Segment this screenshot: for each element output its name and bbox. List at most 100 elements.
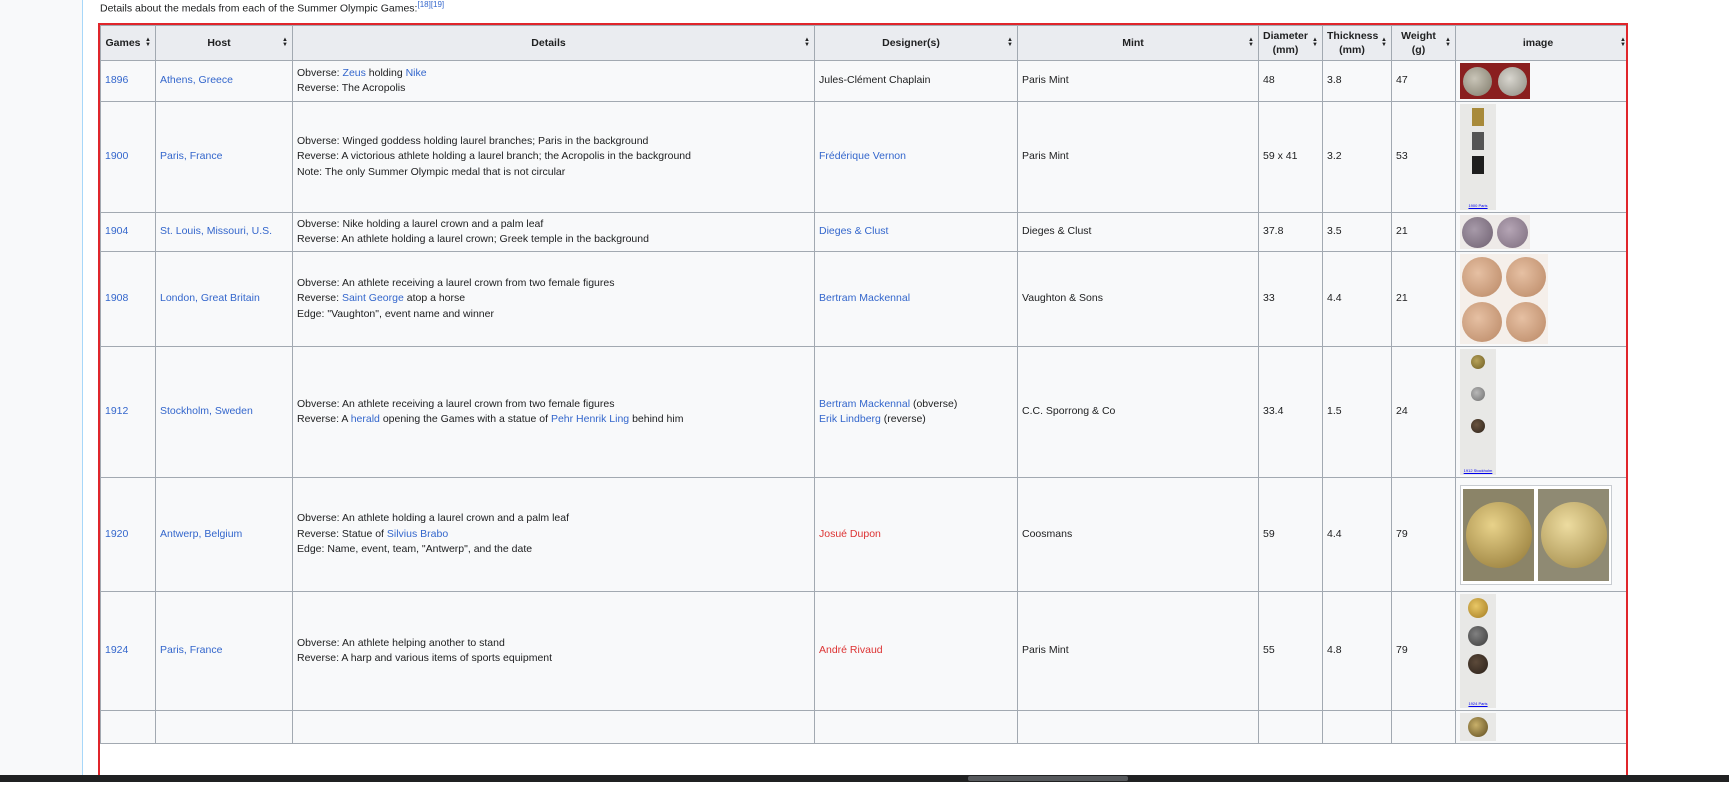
- wiki-link[interactable]: André Rivaud: [819, 644, 883, 656]
- wiki-link[interactable]: Erik Lindberg: [819, 413, 881, 425]
- wiki-link[interactable]: Frédérique Vernon: [819, 150, 906, 162]
- text-line: Edge: "Vaughton", event name and winner: [297, 307, 810, 323]
- text-line: Edge: Name, event, team, "Antwerp", and …: [297, 542, 810, 558]
- medal-image[interactable]: [1460, 254, 1548, 344]
- cell-thickness: 4.4: [1322, 477, 1392, 592]
- horizontal-scrollbar[interactable]: [0, 775, 1729, 782]
- text-line: Frédérique Vernon: [819, 149, 1013, 165]
- sort-icon[interactable]: ▲ ▼: [1445, 37, 1451, 48]
- column-header-image[interactable]: image ▲ ▼: [1455, 25, 1626, 61]
- table-row: 1912 Stockholm, Sweden Obverse: An athlete…: [100, 346, 1626, 478]
- host-city-link[interactable]: Antwerp, Belgium: [160, 528, 242, 540]
- sort-icon[interactable]: ▲ ▼: [282, 37, 288, 48]
- host-city-link[interactable]: Stockholm, Sweden: [160, 405, 253, 417]
- text-line: Obverse: An athlete receiving a laurel c…: [297, 397, 810, 413]
- cell-mint: Dieges & Clust: [1017, 212, 1259, 252]
- medal-plaque: [1472, 108, 1484, 126]
- cell-thickness: 4.8: [1322, 591, 1392, 711]
- wiki-link[interactable]: Dieges & Clust: [819, 225, 888, 237]
- text-line: Erik Lindberg (reverse): [819, 412, 1013, 428]
- cell-weight-value: 24: [1396, 405, 1408, 418]
- cell-games: 1912: [100, 346, 156, 478]
- column-header-designers[interactable]: Designer(s) ▲ ▼: [814, 25, 1018, 61]
- sort-icon[interactable]: ▲ ▼: [1620, 37, 1626, 48]
- medal-image[interactable]: 1900 Paris: [1460, 104, 1496, 210]
- medals-table-container: Games ▲ ▼ Host ▲ ▼ Details ▲ ▼ Designer(s) ▲ ▼ Mint ▲…: [100, 25, 1626, 780]
- cell-designers: André Rivaud: [814, 591, 1018, 711]
- games-year-link[interactable]: 1900: [105, 150, 128, 162]
- host-city-link[interactable]: London, Great Britain: [160, 292, 260, 304]
- wiki-link[interactable]: Bertram Mackennal: [819, 292, 910, 304]
- text-line: Reverse: Statue of Silvius Brabo: [297, 527, 810, 543]
- column-header-details[interactable]: Details ▲ ▼: [292, 25, 815, 61]
- host-city-link[interactable]: Paris, France: [160, 150, 222, 162]
- column-header-thickness[interactable]: Thickness (mm) ▲ ▼: [1322, 25, 1392, 61]
- cell-image: 1924 Paris: [1455, 591, 1626, 711]
- medal-image[interactable]: [1460, 484, 1612, 585]
- reference-links[interactable]: [18][19]: [417, 0, 444, 9]
- games-year-link[interactable]: 1904: [105, 225, 128, 237]
- sort-icon[interactable]: ▲ ▼: [804, 37, 810, 48]
- sort-icon[interactable]: ▲ ▼: [1007, 37, 1013, 48]
- medal-image[interactable]: 1924 Paris: [1460, 594, 1496, 708]
- wiki-link[interactable]: Josué Dupon: [819, 528, 881, 540]
- cell-weight: [1391, 710, 1456, 744]
- scrollbar-thumb[interactable]: [968, 776, 1128, 781]
- text-segment: Obverse: Nike holding a laurel crown and…: [297, 217, 544, 230]
- cell-thickness-value: 4.4: [1327, 292, 1342, 305]
- medal-coin: [1463, 66, 1492, 96]
- wiki-link[interactable]: Silvius Brabo: [387, 528, 448, 540]
- sort-icon[interactable]: ▲ ▼: [1312, 37, 1318, 48]
- games-year-link[interactable]: 1912: [105, 405, 128, 417]
- wiki-link[interactable]: Bertram Mackennal: [819, 398, 910, 410]
- column-header-label: Designer(s): [882, 37, 940, 49]
- cell-diameter-value: 59 x 41: [1263, 150, 1298, 163]
- sort-icon[interactable]: ▲ ▼: [1248, 37, 1254, 48]
- sort-icon[interactable]: ▲ ▼: [1381, 37, 1387, 48]
- medal-image[interactable]: 1912 Stockholm: [1460, 349, 1496, 475]
- host-city-link[interactable]: St. Louis, Missouri, U.S.: [160, 225, 272, 237]
- wiki-link[interactable]: Zeus: [343, 67, 366, 79]
- sort-icon[interactable]: ▲ ▼: [145, 37, 151, 48]
- host-city-link[interactable]: Paris, France: [160, 644, 222, 656]
- cell-diameter-value: 33: [1263, 292, 1275, 305]
- wiki-link[interactable]: herald: [351, 413, 380, 425]
- column-header-host[interactable]: Host ▲ ▼: [155, 25, 293, 61]
- wiki-link[interactable]: Saint George: [342, 292, 404, 304]
- medal-coin: [1471, 355, 1485, 369]
- games-year-link[interactable]: 1924: [105, 644, 128, 656]
- games-year-link[interactable]: 1920: [105, 528, 128, 540]
- medal-image[interactable]: [1460, 63, 1530, 99]
- medal-image[interactable]: [1460, 215, 1530, 249]
- games-year-link[interactable]: 1908: [105, 292, 128, 304]
- wiki-link[interactable]: Pehr Henrik Ling: [551, 413, 629, 425]
- text-segment: behind him: [629, 413, 684, 425]
- medal-plaque: [1472, 132, 1484, 150]
- cell-details: Obverse: Nike holding a laurel crown and…: [292, 212, 815, 252]
- text-line: André Rivaud: [819, 643, 1013, 659]
- host-city-link[interactable]: Athens, Greece: [160, 74, 233, 86]
- text-line: Jules-Clément Chaplain: [819, 73, 1013, 89]
- text-line: Bertram Mackennal: [819, 291, 1013, 307]
- text-line: Reverse: Saint George atop a horse: [297, 291, 810, 307]
- text-segment: Reverse: A: [297, 413, 351, 425]
- games-year-link[interactable]: 1896: [105, 74, 128, 86]
- text-line: Obverse: An athlete holding a laurel cro…: [297, 511, 810, 527]
- cell-designers: Josué Dupon: [814, 477, 1018, 592]
- text-segment: Edge: Name, event, team, "Antwerp", and …: [297, 543, 533, 556]
- cell-host: Paris, France: [155, 591, 293, 711]
- column-header-weight[interactable]: Weight (g) ▲ ▼: [1391, 25, 1456, 61]
- column-header-diameter[interactable]: Diameter (mm) ▲ ▼: [1258, 25, 1323, 61]
- table-row: 1896 Athens, Greece Obverse: Zeus holding …: [100, 60, 1626, 102]
- cell-mint: Paris Mint: [1017, 60, 1259, 102]
- column-header-games[interactable]: Games ▲ ▼: [100, 25, 156, 61]
- wiki-link[interactable]: Nike: [406, 67, 427, 79]
- text-segment: Obverse: An athlete holding a laurel cro…: [297, 512, 570, 525]
- text-line: Dieges & Clust: [819, 224, 1013, 240]
- cell-mint: Coosmans: [1017, 477, 1259, 592]
- medal-image[interactable]: [1460, 713, 1496, 741]
- column-header-label: image: [1522, 37, 1554, 49]
- column-header-mint[interactable]: Mint ▲ ▼: [1017, 25, 1259, 61]
- cell-weight: 79: [1391, 591, 1456, 711]
- medal-coin: [1471, 419, 1485, 433]
